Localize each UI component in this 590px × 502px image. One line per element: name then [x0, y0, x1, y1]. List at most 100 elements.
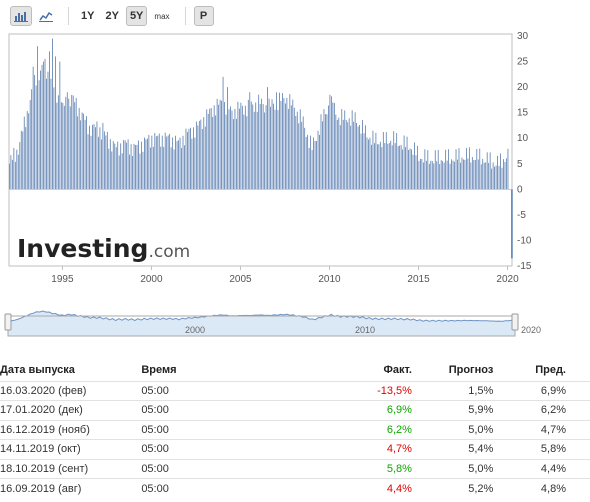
data-bar — [187, 132, 188, 190]
release-table: Дата выпуска Время Факт. Прогноз Пред. 1… — [0, 359, 590, 498]
x-tick-label: 2000 — [140, 274, 163, 285]
data-bar — [379, 141, 381, 190]
y-tick-label: 20 — [517, 82, 529, 93]
data-bar — [298, 123, 300, 190]
data-bar — [17, 154, 19, 190]
table-row: 14.11.2019 (окт) 05:00 4,7% 5,4% 5,8% — [0, 439, 590, 459]
data-bar — [314, 141, 316, 190]
data-bar — [425, 160, 427, 190]
actual-cell: -13,5% — [340, 380, 412, 401]
data-bar — [102, 122, 104, 190]
data-bar — [357, 126, 359, 190]
header-date: Дата выпуска — [0, 363, 75, 376]
data-bar — [198, 120, 200, 190]
data-bar — [403, 135, 405, 190]
data-bar — [74, 102, 76, 190]
data-bar — [320, 114, 322, 190]
data-bar — [129, 154, 130, 190]
x-tick-label: 2005 — [229, 274, 252, 285]
data-bar — [396, 133, 398, 190]
data-bar — [286, 97, 288, 190]
data-bar — [14, 161, 16, 190]
data-bar — [152, 146, 154, 190]
data-bar — [488, 162, 490, 190]
data-bar — [144, 137, 145, 190]
data-bar — [207, 113, 209, 190]
data-bar — [353, 121, 355, 190]
data-bar — [507, 148, 509, 190]
data-bar — [200, 119, 202, 190]
data-bar — [50, 78, 52, 190]
data-bar — [225, 114, 227, 190]
x-tick-label: 2010 — [318, 274, 341, 285]
data-bar — [408, 149, 409, 190]
data-bar — [268, 98, 270, 190]
data-bar — [106, 131, 108, 190]
data-bar — [146, 138, 148, 190]
data-bar — [455, 149, 457, 190]
data-bar — [406, 136, 408, 190]
data-bar — [138, 140, 139, 190]
data-bar — [89, 125, 90, 190]
data-bar — [492, 162, 494, 190]
data-bar — [238, 108, 240, 190]
previous-cell: 4,8% — [493, 478, 590, 498]
date-cell: 14.11.2019 (окт) — [0, 439, 138, 459]
data-bar — [68, 98, 70, 190]
date-cell: 16.12.2019 (нояб) — [0, 419, 138, 440]
data-bar — [290, 105, 292, 190]
data-bar — [141, 141, 142, 190]
data-bar — [160, 146, 162, 190]
data-bar — [477, 159, 479, 190]
navigator-label: 2020 — [521, 325, 541, 335]
data-bar — [23, 116, 25, 190]
data-bar — [485, 162, 487, 190]
data-bar — [59, 61, 61, 190]
data-bar — [307, 134, 309, 190]
data-bar — [489, 152, 491, 190]
navigator-left-handle[interactable] — [4, 313, 12, 331]
data-bar — [44, 58, 46, 190]
data-bar — [192, 127, 194, 190]
data-bar — [190, 127, 191, 190]
data-bar — [501, 167, 503, 190]
data-bar — [62, 102, 64, 190]
actual-cell: 5,8% — [340, 458, 412, 479]
data-bar — [234, 108, 236, 190]
y-tick-label: 15 — [517, 108, 529, 119]
data-bar — [347, 122, 349, 190]
data-bar — [86, 116, 87, 190]
data-bar — [161, 135, 163, 190]
data-bar — [466, 148, 467, 190]
data-bar — [415, 155, 417, 190]
data-bar — [368, 139, 369, 190]
data-bar — [274, 109, 276, 190]
data-bar — [13, 147, 15, 190]
data-bar — [382, 132, 384, 190]
data-bar — [311, 150, 313, 190]
forecast-cell: 5,4% — [411, 439, 494, 459]
data-bar — [103, 131, 105, 190]
data-bar — [329, 94, 331, 190]
data-bar — [270, 106, 271, 190]
data-bar — [37, 46, 38, 190]
navigator-right-handle[interactable] — [511, 313, 519, 331]
data-bar — [151, 135, 153, 190]
data-bar — [169, 133, 171, 190]
data-bar — [344, 110, 346, 190]
table-row: 18.10.2019 (сент) 05:00 5,8% 5,0% 4,4% — [0, 458, 590, 479]
data-bar — [500, 153, 501, 190]
table-row: 17.01.2020 (дек) 05:00 6,9% 5,9% 6,2% — [0, 400, 590, 420]
data-bar — [387, 143, 389, 190]
data-bar — [72, 95, 74, 190]
data-bar — [66, 92, 68, 190]
data-bar — [471, 157, 473, 190]
data-bar — [371, 144, 372, 190]
data-bar — [246, 116, 248, 190]
data-bar — [166, 136, 168, 190]
data-bar — [55, 56, 56, 190]
data-bar — [123, 139, 125, 190]
data-bar — [47, 71, 49, 190]
data-bar — [422, 162, 424, 190]
data-bar — [310, 135, 312, 190]
